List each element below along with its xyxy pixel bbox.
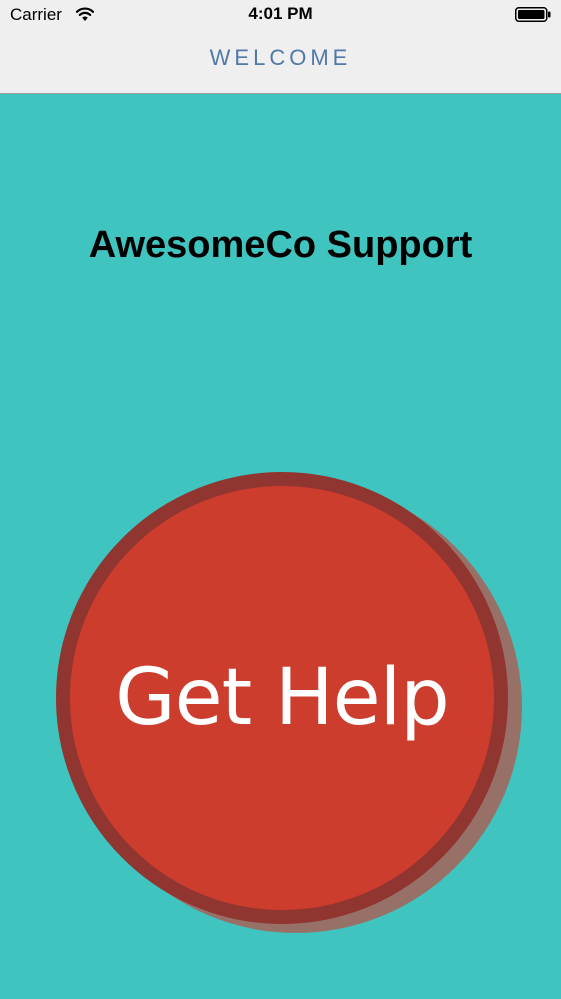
get-help-button[interactable]: Get Help <box>56 472 508 924</box>
nav-title: WELCOME <box>209 45 352 70</box>
status-bar: Carrier 4:01 PM <box>0 0 561 30</box>
status-time: 4:01 PM <box>248 4 313 23</box>
page-title: AwesomeCo Support <box>88 224 473 266</box>
main-content: AwesomeCo Support Get Help <box>0 94 561 999</box>
battery-icon <box>515 7 551 22</box>
navigation-bar: WELCOME <box>0 30 561 94</box>
get-help-label: Get Help <box>115 653 450 743</box>
